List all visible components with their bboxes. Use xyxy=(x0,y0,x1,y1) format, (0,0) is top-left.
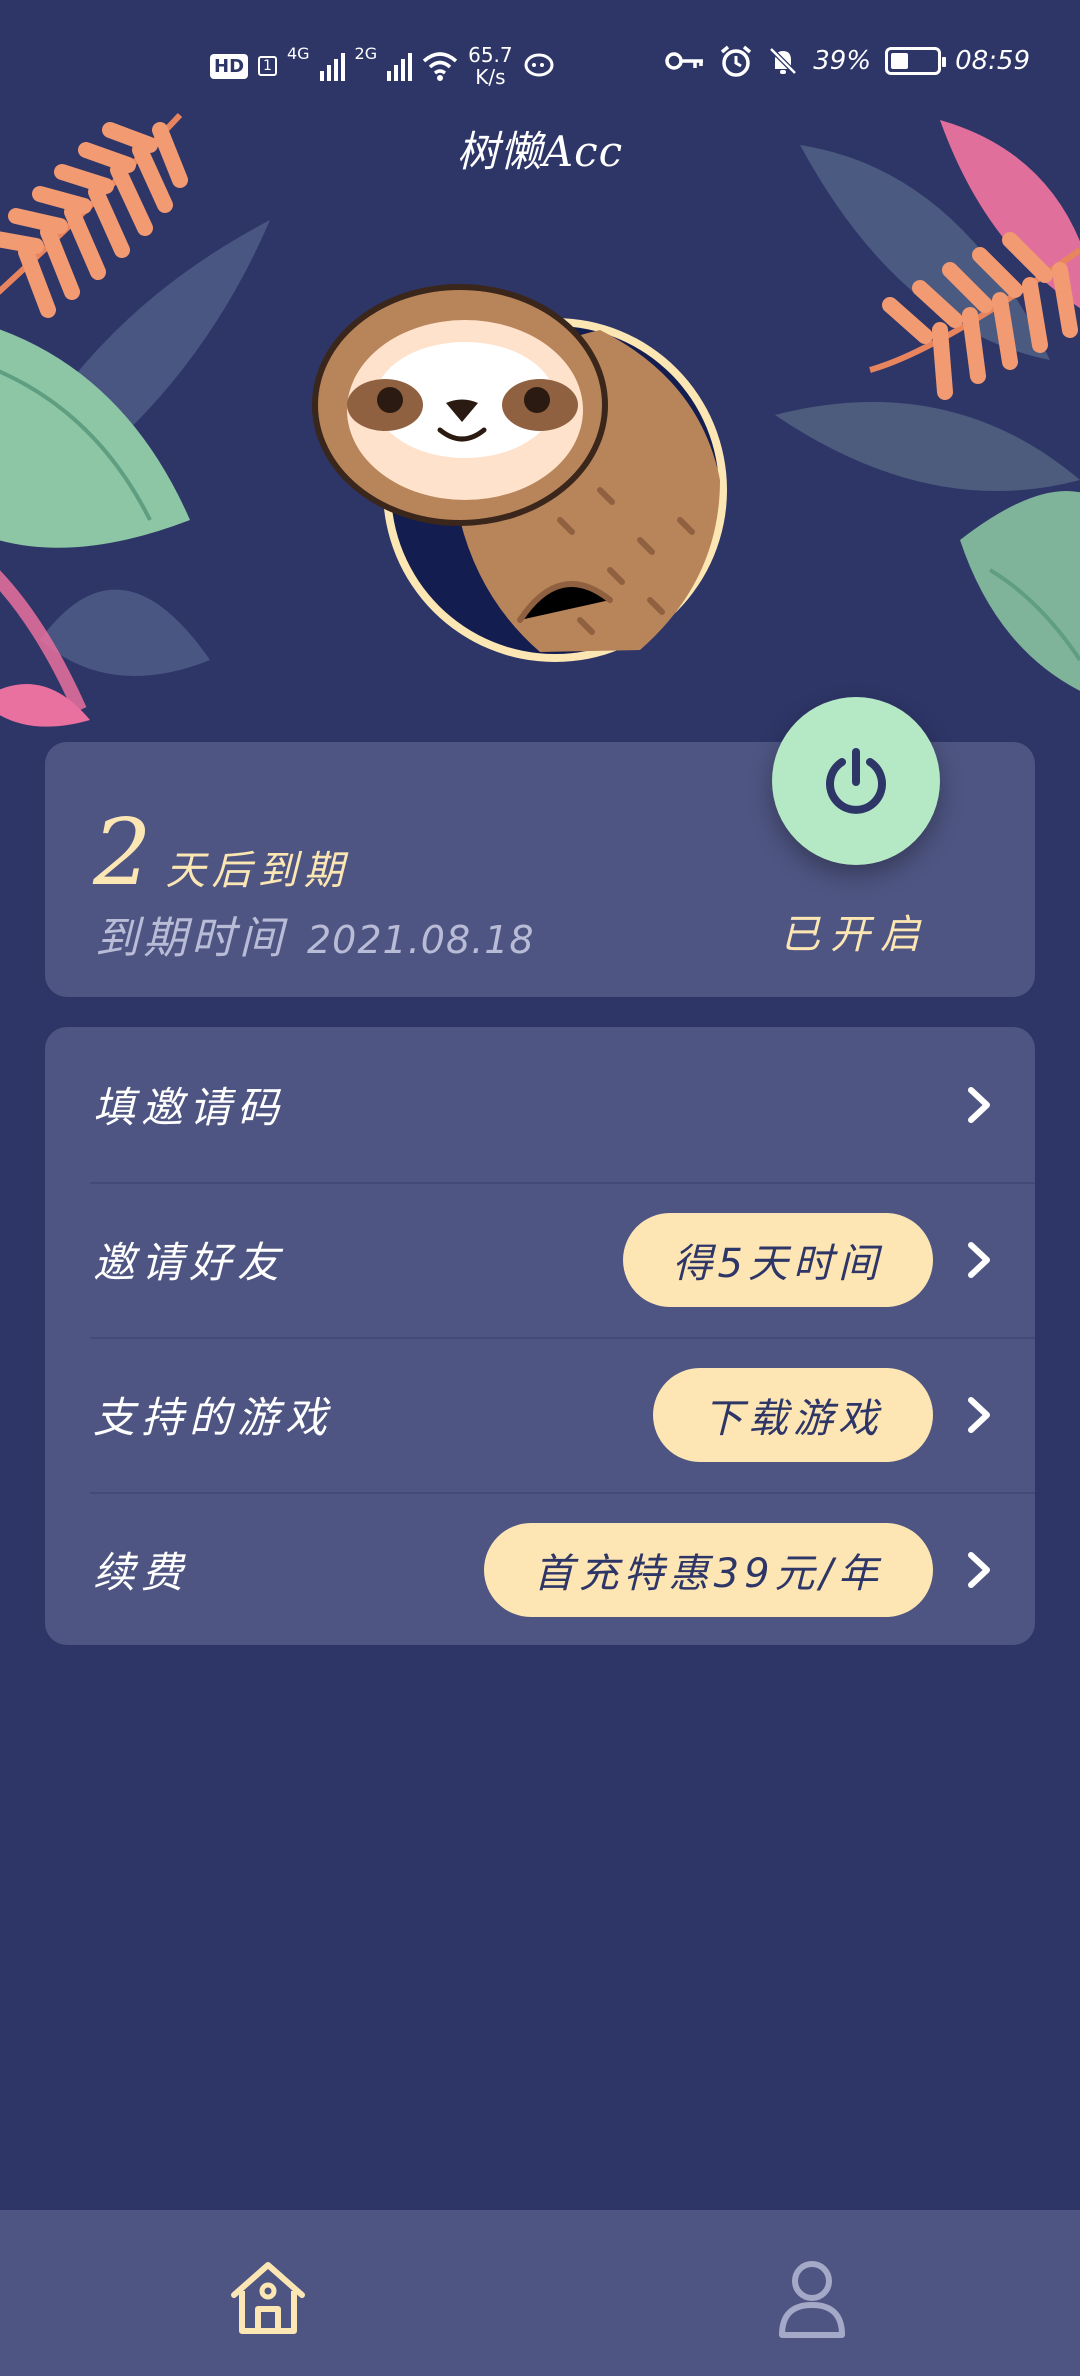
net-speed-value: 65.7 xyxy=(468,43,513,67)
net-speed-unit: K/s xyxy=(475,65,506,89)
expiry-label: 到期时间 xyxy=(95,913,287,964)
net-speed: 65.7 K/s xyxy=(468,44,513,88)
alarm-icon xyxy=(721,45,752,77)
mute-bell-icon xyxy=(769,47,798,75)
wifi-icon xyxy=(422,52,458,81)
menu-item-label: 填邀请码 xyxy=(93,1083,286,1132)
left-leaves xyxy=(0,112,270,727)
chevron-right-icon xyxy=(968,1551,990,1588)
subscription-status-card: 2 天后到期 到期时间 2021.08.18 已开启 xyxy=(45,697,1035,997)
clock: 08:59 xyxy=(955,46,1030,76)
invite-reward-pill[interactable]: 得5天时间 xyxy=(622,1212,933,1307)
menu-item-renew[interactable]: 续费 首充特惠39元/年 xyxy=(45,1492,1035,1645)
chevron-right-icon xyxy=(968,1396,990,1433)
days-remaining-text: 天后到期 xyxy=(165,848,350,894)
sloth-avatar xyxy=(312,284,727,662)
menu-card: 填邀请码 邀请好友 得5天时间 支持的游戏 下载游戏 续费 首充特惠39元/年 xyxy=(45,1027,1035,1645)
expiry-info: 到期时间 2021.08.18 xyxy=(95,902,535,966)
expiry-date: 2021.08.18 xyxy=(307,918,535,962)
sloth-hero-illustration xyxy=(0,112,1080,727)
bottom-nav xyxy=(0,2210,1080,2376)
battery-percent: 39% xyxy=(813,46,872,76)
power-state-label: 已开启 xyxy=(780,912,930,958)
menu-item-label: 支持的游戏 xyxy=(93,1393,334,1442)
menu-item-invite-friends[interactable]: 邀请好友 得5天时间 xyxy=(45,1182,1035,1337)
signal-icon xyxy=(319,51,345,81)
user-icon[interactable] xyxy=(770,2255,854,2339)
status-left: HD 1 4G 2G 65.7 K/s xyxy=(210,44,555,88)
power-icon xyxy=(826,748,886,814)
sim-badge: 1 xyxy=(258,56,277,76)
renew-offer-pill[interactable]: 首充特惠39元/年 xyxy=(483,1522,933,1617)
home-icon[interactable] xyxy=(226,2255,310,2339)
status-right: 39% 08:59 xyxy=(665,44,1030,78)
network-type-2: 2G xyxy=(354,44,378,63)
battery-icon xyxy=(885,47,947,75)
chat-bubble-icon xyxy=(524,53,554,77)
chevron-right-icon xyxy=(968,1086,990,1123)
right-leaves xyxy=(775,120,1080,691)
power-toggle-button[interactable] xyxy=(772,697,940,865)
network-type-1: 4G xyxy=(286,44,310,63)
signal-icon-2 xyxy=(387,51,413,81)
days-remaining: 2 天后到期 xyxy=(93,807,350,899)
hd-badge: HD xyxy=(210,53,249,79)
days-remaining-number: 2 xyxy=(93,799,152,906)
menu-item-label: 邀请好友 xyxy=(93,1238,286,1287)
chevron-right-icon xyxy=(968,1241,990,1278)
download-games-pill[interactable]: 下载游戏 xyxy=(653,1367,933,1462)
menu-item-invite-code[interactable]: 填邀请码 xyxy=(45,1027,1035,1182)
menu-item-label: 续费 xyxy=(93,1548,190,1597)
key-icon xyxy=(665,52,704,70)
menu-item-supported-games[interactable]: 支持的游戏 下载游戏 xyxy=(45,1337,1035,1492)
